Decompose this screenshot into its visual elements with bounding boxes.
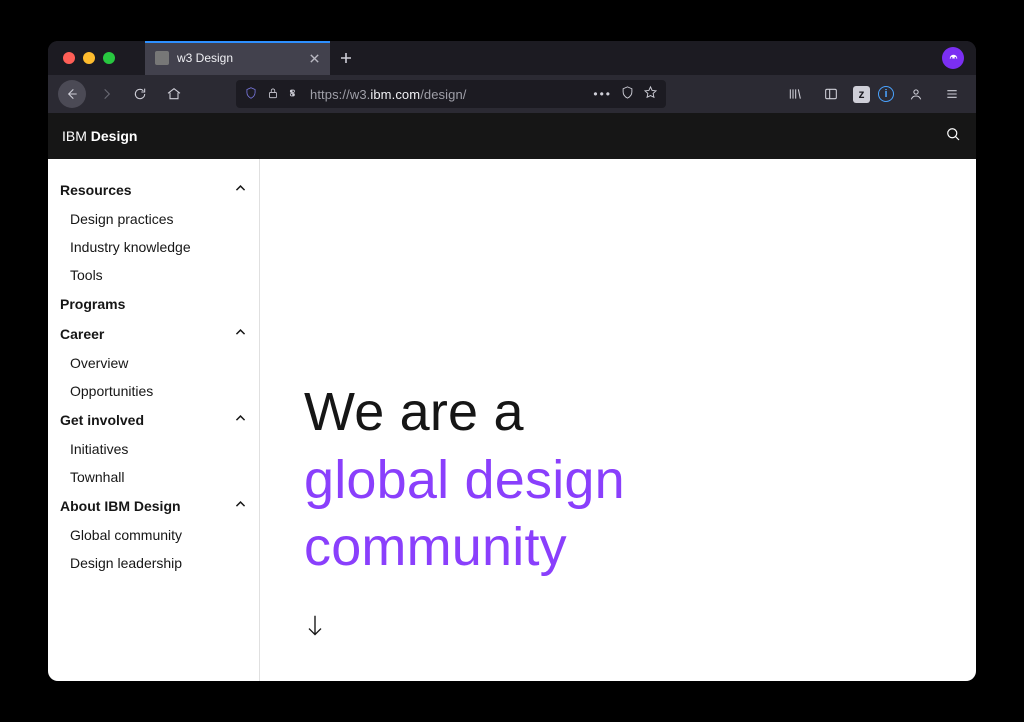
tab-title: w3 Design (177, 51, 233, 65)
tab-favicon-icon (155, 51, 169, 65)
brand-bold: Design (91, 128, 138, 144)
nav-item[interactable]: Industry knowledge (48, 233, 259, 261)
nav-head-programs[interactable]: Programs (48, 289, 259, 319)
lock-icon[interactable] (266, 86, 280, 103)
tracking-shield-icon[interactable] (244, 86, 258, 103)
nav-item[interactable]: Tools (48, 261, 259, 289)
nav-head-label: Programs (60, 296, 125, 312)
chevron-up-icon (234, 326, 247, 342)
tab-strip: w3 Design (145, 41, 362, 75)
bookmark-star-icon[interactable] (643, 85, 658, 103)
back-button[interactable] (58, 80, 86, 108)
permissions-icon[interactable] (288, 86, 302, 103)
library-icon[interactable] (781, 80, 809, 108)
page-content: Resources Design practices Industry know… (48, 159, 976, 681)
brand-light: IBM (62, 128, 91, 144)
hero-line2: global design (304, 447, 976, 515)
chevron-up-icon (234, 182, 247, 198)
sidebar-icon[interactable] (817, 80, 845, 108)
home-button[interactable] (160, 80, 188, 108)
site-search-button[interactable] (944, 125, 962, 148)
hero-line1: We are a (304, 382, 524, 442)
reload-button[interactable] (126, 80, 154, 108)
nav-head-get-involved[interactable]: Get involved (48, 405, 259, 435)
toolbar-right: z i (781, 80, 966, 108)
hero: We are a global design community (260, 159, 976, 681)
chevron-up-icon (234, 498, 247, 514)
nav-section-about: About IBM Design Global community Design… (48, 491, 259, 577)
app-menu-icon[interactable] (938, 80, 966, 108)
forward-button[interactable] (92, 80, 120, 108)
info-icon[interactable]: i (878, 86, 894, 102)
nav-item[interactable]: Design practices (48, 205, 259, 233)
nav-item[interactable]: Initiatives (48, 435, 259, 463)
nav-section-resources: Resources Design practices Industry know… (48, 175, 259, 289)
site-header: IBM Design (48, 113, 976, 159)
nav-head-label: Get involved (60, 412, 144, 428)
tab-active[interactable]: w3 Design (145, 41, 330, 75)
extension-badge-icon[interactable] (942, 47, 964, 69)
arrow-down-icon (304, 614, 326, 638)
nav-head-about[interactable]: About IBM Design (48, 491, 259, 521)
new-tab-button[interactable] (330, 41, 362, 75)
z-extension-badge[interactable]: z (853, 86, 870, 103)
nav-item[interactable]: Global community (48, 521, 259, 549)
window-controls (48, 52, 115, 64)
window-zoom-button[interactable] (103, 52, 115, 64)
browser-window: w3 Design (48, 41, 976, 681)
nav-section-programs: Programs (48, 289, 259, 319)
nav-head-career[interactable]: Career (48, 319, 259, 349)
account-icon[interactable] (902, 80, 930, 108)
titlebar: w3 Design (48, 41, 976, 75)
side-nav: Resources Design practices Industry know… (48, 159, 260, 681)
nav-head-label: About IBM Design (60, 498, 181, 514)
page-actions-icon[interactable]: ••• (593, 88, 612, 100)
tab-close-button[interactable] (309, 53, 320, 64)
nav-item[interactable]: Overview (48, 349, 259, 377)
scroll-down-button[interactable] (304, 614, 976, 643)
window-close-button[interactable] (63, 52, 75, 64)
reader-shield-icon[interactable] (620, 85, 635, 103)
nav-item[interactable]: Opportunities (48, 377, 259, 405)
address-bar[interactable]: https://w3.ibm.com/design/ ••• (236, 80, 666, 108)
window-minimize-button[interactable] (83, 52, 95, 64)
url-host: ibm.com (370, 87, 420, 102)
nav-section-career: Career Overview Opportunities (48, 319, 259, 405)
hero-heading: We are a global design community (304, 379, 976, 582)
browser-toolbar: https://w3.ibm.com/design/ ••• z (48, 75, 976, 113)
nav-item[interactable]: Townhall (48, 463, 259, 491)
url-text: https://w3.ibm.com/design/ (310, 87, 467, 102)
chevron-up-icon (234, 412, 247, 428)
brand[interactable]: IBM Design (62, 128, 137, 144)
hero-line3: community (304, 514, 976, 582)
url-sub: w3. (350, 87, 371, 102)
url-path: /design/ (420, 87, 466, 102)
nav-section-get-involved: Get involved Initiatives Townhall (48, 405, 259, 491)
nav-head-label: Resources (60, 182, 132, 198)
nav-item[interactable]: Design leadership (48, 549, 259, 577)
nav-head-label: Career (60, 326, 104, 342)
nav-head-resources[interactable]: Resources (48, 175, 259, 205)
url-scheme: https:// (310, 87, 350, 102)
